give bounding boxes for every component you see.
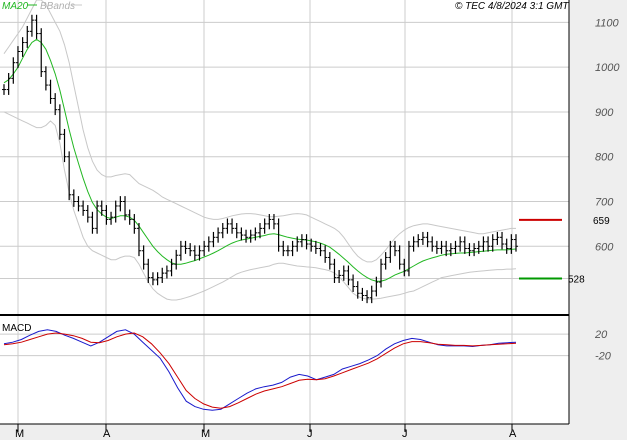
x-axis-gutter <box>0 424 569 440</box>
month-label: J <box>402 428 408 440</box>
copyright-text: © TEC 4/8/2024 3:1 GMT <box>455 1 569 12</box>
month-label: M <box>201 428 210 440</box>
bbands-legend: BBands <box>40 1 75 12</box>
month-label: J <box>307 428 313 440</box>
stock-chart: 659528 1100100090080070060020-20 MAMJJA … <box>0 0 627 440</box>
macd-tick-label: -20 <box>595 351 612 363</box>
month-label: A <box>509 428 517 440</box>
y-tick-label: 700 <box>595 196 614 208</box>
macd-tick-label: 20 <box>594 329 608 341</box>
month-label: M <box>15 428 24 440</box>
y-tick-label: 1000 <box>595 62 620 74</box>
y-tick-label: 900 <box>595 107 614 119</box>
macd-title: MACD <box>2 323 31 334</box>
ma20-legend: MA20 <box>2 1 29 12</box>
support-label: 528 <box>568 275 585 286</box>
y-tick-label: 1100 <box>595 17 620 29</box>
y-tick-label: 800 <box>595 152 614 164</box>
resistance-label: 659 <box>593 216 610 227</box>
month-label: A <box>103 428 111 440</box>
y-tick-label: 600 <box>595 241 614 253</box>
